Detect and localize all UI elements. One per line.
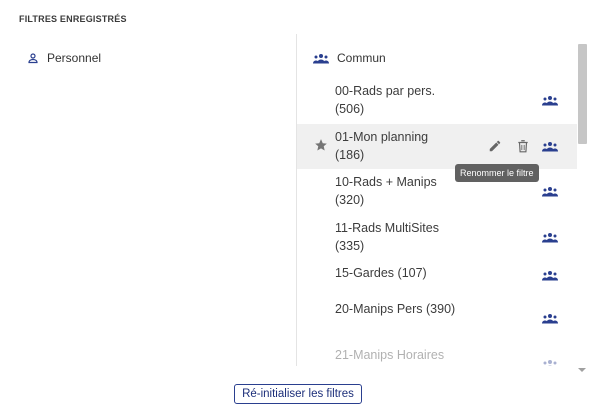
filter-label: 21-Manips Horaires (108) xyxy=(335,347,445,367)
scrollbar-thumb[interactable] xyxy=(578,44,587,144)
reset-filters-button[interactable]: Ré-initialiser les filtres xyxy=(234,384,362,404)
shared-filter-icon xyxy=(542,230,558,242)
shared-filter-icon xyxy=(542,268,558,281)
scroll-up-arrow-icon[interactable] xyxy=(577,36,587,48)
shared-filter-icon xyxy=(542,139,558,151)
filter-item-hovered[interactable]: 01-Mon planning (186) xyxy=(297,123,577,169)
filter-label: 01-Mon planning (186) xyxy=(335,129,429,162)
rename-tooltip: Renommer le filtre xyxy=(455,164,539,182)
filter-label: 20-Manips Pers (390) xyxy=(335,302,456,316)
shared-filter-icon xyxy=(542,93,558,106)
filter-label: 00-Rads par pers. (506) xyxy=(335,84,436,116)
shared-filters-panel: Commun 00-Rads par pers. (506) 01-Mon pl… xyxy=(297,34,577,366)
shared-group-header: Commun xyxy=(313,51,386,65)
shared-filter-icon xyxy=(542,311,558,324)
scroll-down-arrow-icon[interactable] xyxy=(577,360,587,372)
personal-filters-panel: Personnel xyxy=(0,34,296,366)
filter-item[interactable]: 11-Rads MultiSites (335) xyxy=(297,215,577,261)
shared-group-label: Commun xyxy=(337,51,386,65)
shared-filter-icon xyxy=(542,357,558,366)
section-title: FILTRES ENREGISTRÉS xyxy=(19,14,127,24)
filter-label: 15-Gardes (107) xyxy=(335,266,427,280)
shared-filter-icon xyxy=(542,184,558,197)
edit-icon[interactable] xyxy=(488,139,502,153)
shared-filter-list: 00-Rads par pers. (506) 01-Mon planning … xyxy=(297,78,577,366)
star-icon[interactable] xyxy=(314,138,328,152)
filter-label: 11-Rads MultiSites (335) xyxy=(335,220,439,253)
personal-group-label: Personnel xyxy=(47,51,102,65)
filter-item[interactable]: 15-Gardes (107) xyxy=(297,260,577,288)
filter-item[interactable]: 21-Manips Horaires (108) xyxy=(297,342,577,367)
trash-icon[interactable] xyxy=(517,139,529,153)
person-icon xyxy=(27,52,39,64)
filter-item[interactable]: 00-Rads par pers. (506) xyxy=(297,78,577,124)
personal-group-header: Personnel xyxy=(27,51,101,65)
filter-item[interactable]: 20-Manips Pers (390) xyxy=(297,296,577,342)
filter-label: 10-Rads + Manips (320) xyxy=(335,175,437,207)
group-icon xyxy=(313,53,329,64)
